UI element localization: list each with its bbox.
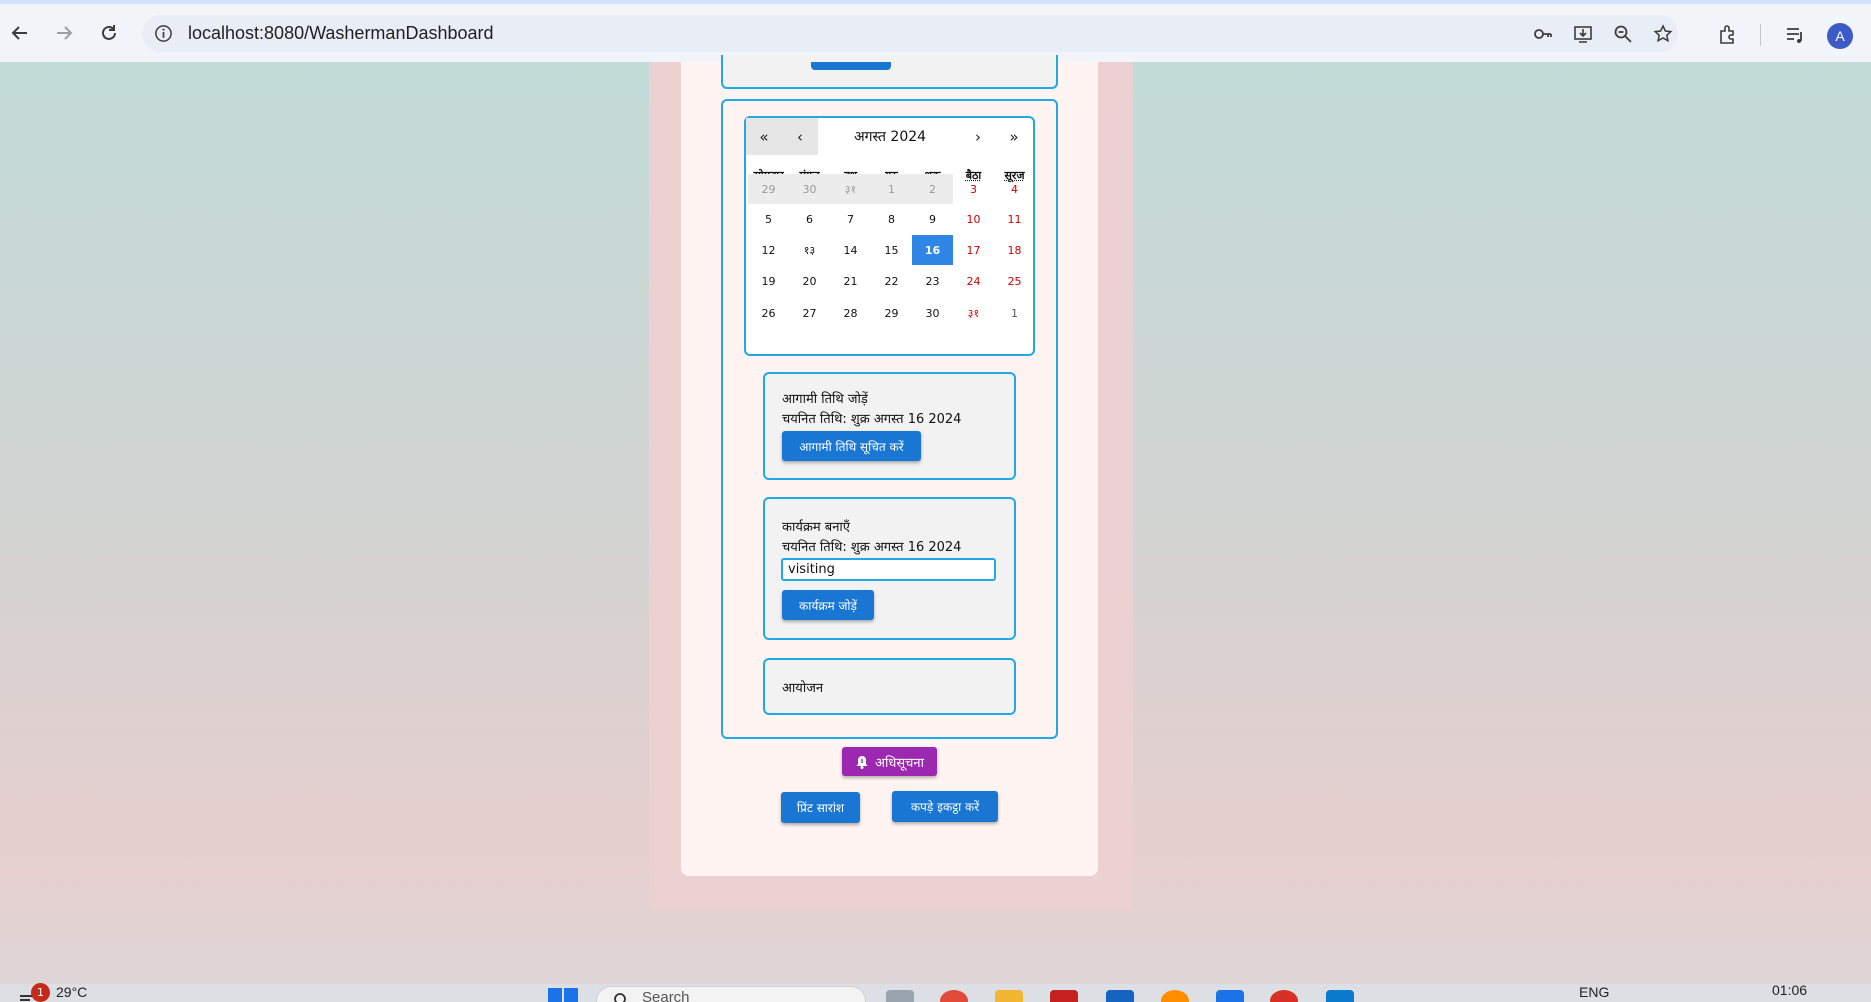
back-arrow-icon bbox=[11, 26, 27, 40]
url-text[interactable]: localhost:8080/WashermanDashboard bbox=[188, 23, 494, 44]
calendar-day[interactable]: 12 bbox=[748, 235, 789, 265]
profile-avatar[interactable]: A bbox=[1827, 23, 1853, 49]
create-program-box: कार्यक्रम बनाएँ चयनित तिथि: शुक्र अगस्त … bbox=[763, 497, 1016, 640]
calendar-day[interactable]: 1 bbox=[994, 298, 1035, 328]
calendar-day[interactable]: 8 bbox=[871, 204, 912, 234]
clock-time[interactable]: 01:06 bbox=[1772, 982, 1807, 998]
notification-button[interactable]: अधिसूचना bbox=[842, 747, 937, 776]
calendar-day[interactable]: 11 bbox=[994, 204, 1035, 234]
calendar-day[interactable]: 21 bbox=[830, 266, 871, 296]
calendar-day[interactable]: 2 bbox=[912, 174, 953, 204]
weather-temperature[interactable]: 29°C bbox=[56, 984, 87, 1000]
prev-year-button[interactable]: « bbox=[746, 118, 782, 155]
upcoming-date-title: आगामी तिथि जोड़ें bbox=[782, 392, 868, 407]
calendar: « ‹ अगस्त 2024 › » सोमवार मंगल बुध गुरु … bbox=[744, 116, 1035, 356]
program-input[interactable]: visiting bbox=[781, 558, 996, 581]
calendar-day[interactable]: 9 bbox=[912, 204, 953, 234]
calendar-navigation: « ‹ अगस्त 2024 › » bbox=[746, 118, 1033, 155]
calendar-day[interactable]: 10 bbox=[953, 204, 994, 234]
install-app-icon[interactable] bbox=[1573, 24, 1593, 44]
collect-clothes-button[interactable]: कपड़े इकट्ठा करें bbox=[892, 791, 998, 822]
reload-button[interactable] bbox=[91, 15, 127, 51]
previous-section-box bbox=[721, 55, 1058, 89]
zoom-out-icon[interactable] bbox=[1613, 24, 1633, 44]
calendar-day[interactable]: ३१ bbox=[953, 298, 994, 328]
calendar-day[interactable]: 4 bbox=[994, 174, 1035, 204]
next-year-button[interactable]: » bbox=[996, 118, 1032, 155]
calendar-day[interactable]: 29 bbox=[748, 174, 789, 204]
notify-upcoming-date-button[interactable]: आगामी तिथि सूचित करें bbox=[782, 431, 921, 461]
password-key-icon[interactable] bbox=[1533, 24, 1553, 44]
toolbar-divider bbox=[1760, 24, 1761, 46]
notification-button-label: अधिसूचना bbox=[875, 755, 924, 771]
calendar-day[interactable]: १३ bbox=[789, 235, 830, 265]
gmail-app-icon[interactable] bbox=[1050, 990, 1078, 1002]
calendar-day[interactable]: 14 bbox=[830, 235, 871, 265]
media-queue-icon[interactable] bbox=[1784, 24, 1806, 46]
search-icon bbox=[614, 993, 626, 1002]
task-view-icon[interactable] bbox=[886, 990, 914, 1002]
calendar-day[interactable]: 18 bbox=[994, 235, 1035, 265]
calendar-day[interactable]: 20 bbox=[789, 266, 830, 296]
calendar-day[interactable]: 19 bbox=[748, 266, 789, 296]
back-button[interactable] bbox=[2, 15, 38, 51]
calendar-day[interactable]: 1 bbox=[871, 174, 912, 204]
calendar-day[interactable]: 30 bbox=[912, 298, 953, 328]
app-icon[interactable] bbox=[1216, 990, 1244, 1002]
browser-toolbar: localhost:8080/WashermanDashboard A bbox=[0, 4, 1871, 62]
previous-section-button[interactable] bbox=[811, 62, 891, 70]
calendar-day[interactable]: 26 bbox=[748, 298, 789, 328]
calendar-day[interactable]: 17 bbox=[953, 235, 994, 265]
language-indicator[interactable]: ENG bbox=[1579, 984, 1609, 1000]
print-summary-button[interactable]: प्रिंट सारांश bbox=[781, 792, 860, 823]
file-explorer-icon[interactable] bbox=[995, 990, 1023, 1002]
windows-taskbar: 1 29°C Search ENG 01:06 bbox=[0, 982, 1871, 1002]
forward-arrow-icon bbox=[57, 26, 73, 40]
calendar-day[interactable]: ३१ bbox=[830, 174, 871, 204]
start-windows-icon[interactable] bbox=[548, 988, 578, 1002]
calendar-day[interactable]: 7 bbox=[830, 204, 871, 234]
notification-badge: 1 bbox=[31, 983, 50, 1002]
address-bar[interactable]: localhost:8080/WashermanDashboard bbox=[142, 15, 1678, 52]
calendar-day[interactable]: 24 bbox=[953, 266, 994, 296]
site-info-icon[interactable] bbox=[154, 24, 173, 43]
calendar-day-selected[interactable]: 16 bbox=[912, 235, 953, 265]
program-selected-date: चयनित तिथि: शुक्र अगस्त 16 2024 bbox=[782, 540, 962, 555]
vscode-app-icon[interactable] bbox=[1326, 990, 1354, 1002]
firefox-app-icon[interactable] bbox=[1161, 990, 1189, 1002]
search-placeholder: Search bbox=[642, 989, 690, 1002]
upcoming-date-box: आगामी तिथि जोड़ें चयनित तिथि: शुक्र अगस्… bbox=[763, 372, 1016, 480]
bell-alert-icon bbox=[856, 755, 868, 769]
create-program-title: कार्यक्रम बनाएँ bbox=[782, 520, 850, 535]
calendar-day[interactable]: 6 bbox=[789, 204, 830, 234]
calendar-day[interactable]: 30 bbox=[789, 174, 830, 204]
extensions-puzzle-icon[interactable] bbox=[1717, 24, 1739, 46]
calendar-day[interactable]: 23 bbox=[912, 266, 953, 296]
calendar-day[interactable]: 27 bbox=[789, 298, 830, 328]
add-program-button[interactable]: कार्यक्रम जोड़ें bbox=[782, 590, 874, 620]
calendar-day[interactable]: 5 bbox=[748, 204, 789, 234]
calendar-day[interactable]: 15 bbox=[871, 235, 912, 265]
calendar-day[interactable]: 28 bbox=[830, 298, 871, 328]
prev-month-button[interactable]: ‹ bbox=[782, 118, 818, 155]
taskbar-search[interactable]: Search bbox=[596, 986, 866, 1002]
store-app-icon[interactable] bbox=[1106, 990, 1134, 1002]
events-box: आयोजन bbox=[763, 658, 1016, 715]
calendar-day[interactable]: 29 bbox=[871, 298, 912, 328]
calendar-day[interactable]: 25 bbox=[994, 266, 1035, 296]
forward-button[interactable] bbox=[46, 15, 82, 51]
upcoming-selected-date: चयनित तिथि: शुक्र अगस्त 16 2024 bbox=[782, 412, 962, 427]
calendar-day[interactable]: 22 bbox=[871, 266, 912, 296]
chrome-profile-app-icon[interactable] bbox=[1270, 990, 1298, 1002]
bookmark-star-icon[interactable] bbox=[1653, 24, 1673, 44]
calendar-month-label[interactable]: अगस्त 2024 bbox=[826, 118, 954, 155]
reload-icon bbox=[102, 25, 116, 40]
next-month-button[interactable]: › bbox=[960, 118, 996, 155]
chrome-app-icon[interactable] bbox=[940, 990, 968, 1002]
events-title: आयोजन bbox=[782, 681, 824, 696]
calendar-day[interactable]: 3 bbox=[953, 174, 994, 204]
